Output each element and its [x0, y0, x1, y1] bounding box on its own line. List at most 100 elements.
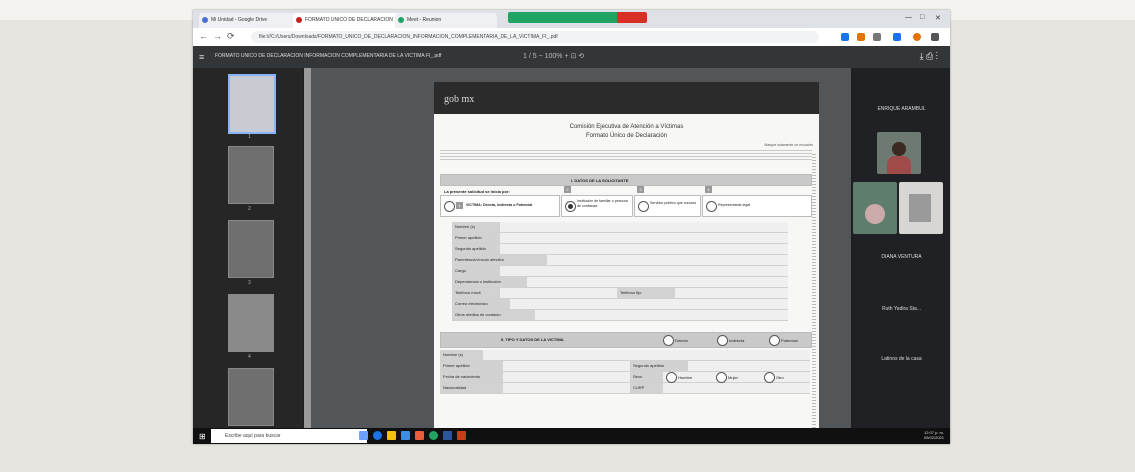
browser-tabbar: Mi Unidad - Google Drive FORMATO UNICO D…: [193, 10, 950, 28]
person-avatar: [865, 204, 885, 224]
form-row[interactable]: Segundo apellido: [452, 244, 788, 255]
reload-icon[interactable]: ⟳: [227, 31, 235, 42]
page-header: gob mx: [434, 82, 819, 114]
extension-icon[interactable]: [857, 33, 865, 41]
option-radio[interactable]: [706, 201, 717, 212]
option-number: 2: [564, 186, 571, 193]
windows-start-icon[interactable]: ⊞: [199, 432, 206, 441]
person-body: [887, 156, 911, 174]
form-row[interactable]: Dependencia o institución: [452, 277, 788, 288]
victim-type-label: Directa: [675, 338, 688, 343]
page-thumbnail[interactable]: [228, 146, 274, 204]
powerpoint-icon[interactable]: [457, 431, 466, 440]
form-row[interactable]: Nombre (s): [440, 350, 810, 361]
victim-type-radio[interactable]: [769, 335, 780, 346]
option-label: Representante legal: [718, 203, 751, 207]
gob-mx-logo: gob mx: [444, 94, 475, 105]
page-thumbnail[interactable]: [228, 368, 274, 426]
person-avatar: [892, 142, 906, 156]
sex-label: Otro: [776, 375, 784, 380]
intro-paragraph: [440, 148, 812, 160]
document-subtitle: Formato Único de Declaración: [585, 133, 668, 139]
pdf-toolbar: ≡ FORMATO UNICO DE DECLARACION INFORMACI…: [193, 46, 950, 68]
sex-radio[interactable]: [764, 372, 775, 383]
windows-taskbar: ⊞ ⌕ Escribe aquí para buscar 12:07 p. m.…: [193, 428, 950, 444]
participant-video[interactable]: [877, 132, 921, 174]
sex-radio[interactable]: [666, 372, 677, 383]
pdf-icon: [296, 17, 302, 23]
form-row[interactable]: Correo electrónico: [452, 299, 788, 310]
back-icon[interactable]: ←: [199, 31, 208, 41]
form-row[interactable]: Primer apellido: [452, 233, 788, 244]
thumbnail-sidebar: 1 2 3 4: [193, 68, 303, 428]
section-header: II. TIPO Y DATOS DE LA VICTIMA Directa I…: [440, 332, 812, 348]
browser-tab[interactable]: Meet - Reunion: [395, 13, 497, 28]
menu-icon[interactable]: ≡: [199, 52, 204, 62]
option-box: 1 VICTIMA: Directa, Indirecta o Potencia…: [440, 195, 560, 217]
participant-video[interactable]: [853, 182, 897, 234]
word-icon[interactable]: [443, 431, 452, 440]
form-row[interactable]: Primer apellido Segundo apellido: [440, 361, 810, 372]
meet-participants-panel: ENRIQUE ARAMBUL DIANA VENTURA Ruth Yadir…: [853, 68, 950, 428]
participant-video[interactable]: [899, 182, 943, 234]
victim-type-label: Indirecta: [729, 338, 745, 343]
participant-name: Ruth Yadira Sta...: [881, 306, 921, 312]
profile-avatar[interactable]: [913, 33, 921, 41]
maximize-icon[interactable]: □: [920, 14, 924, 21]
browser-tab-active[interactable]: FORMATO UNICO DE DECLARACION: [293, 13, 405, 28]
document-title: Comisión Ejecutiva de Atención a Víctima…: [569, 124, 684, 130]
sex-radio[interactable]: [716, 372, 727, 383]
form-row[interactable]: Otros medios de contacto: [452, 310, 788, 321]
download-icon[interactable]: ⤓ ⎙ ⋮: [920, 51, 938, 62]
chrome-icon[interactable]: [429, 431, 438, 440]
form-row[interactable]: Fecha de nacimiento Sexo Hombre Mujer Ot…: [440, 372, 810, 383]
participant-name: Latinos de la casa: [881, 356, 922, 362]
office-icon[interactable]: [415, 431, 424, 440]
tab-label: Meet - Reunion: [407, 17, 442, 23]
option-radio[interactable]: [638, 201, 649, 212]
store-icon[interactable]: [401, 431, 410, 440]
file-explorer-icon[interactable]: [387, 431, 396, 440]
forward-icon[interactable]: →: [213, 31, 222, 41]
field-label: Nombre (s): [452, 222, 500, 232]
page-thumbnail[interactable]: [228, 220, 274, 278]
option-radio[interactable]: [444, 201, 455, 212]
form-row[interactable]: Nombre (s): [452, 222, 788, 233]
victim-type-radio[interactable]: [663, 335, 674, 346]
minimize-icon[interactable]: —: [905, 14, 912, 21]
form-row[interactable]: Nacionalidad CURP: [440, 383, 810, 394]
victim-type-label: Potencial: [781, 338, 798, 343]
form-row[interactable]: Teléfono móvil Teléfono fijo: [452, 288, 788, 299]
close-icon[interactable]: ✕: [935, 14, 941, 22]
url-input[interactable]: file:///C:/Users/Downloads/FORMATO_UNICO…: [251, 31, 819, 43]
form-row[interactable]: Cargo: [452, 266, 788, 277]
edge-icon[interactable]: [373, 431, 382, 440]
clock-date: 05/02/2021: [923, 435, 944, 440]
page-thumbnail[interactable]: [228, 294, 274, 352]
drive-icon: [202, 17, 208, 23]
option-radio-selected[interactable]: [565, 201, 576, 212]
menu-icon[interactable]: [931, 33, 939, 41]
option-number: 4: [705, 186, 712, 193]
request-label: La presente solicitud se inicia por:: [444, 189, 510, 194]
form-row[interactable]: Parentesco/vínculo afectivo: [452, 255, 788, 266]
extension-icon[interactable]: [841, 33, 849, 41]
page-thumbnail[interactable]: [228, 74, 276, 134]
extension-icon[interactable]: [893, 33, 901, 41]
wall-object: [909, 194, 931, 222]
field-label: Segundo apellido: [630, 361, 688, 371]
option-box: Representante legal: [702, 195, 812, 217]
victim-type-radio[interactable]: [717, 335, 728, 346]
section-header: I. DATOS DE LA SOLICITANTE: [440, 174, 812, 186]
taskbar-search-input[interactable]: Escribe aquí para buscar: [211, 429, 367, 443]
browser-tab[interactable]: Mi Unidad - Google Drive: [199, 13, 303, 28]
stop-sharing-button[interactable]: [617, 12, 647, 23]
system-tray[interactable]: 12:07 p. m. 05/02/2021: [924, 430, 944, 440]
option-label: VICTIMA: Directa, Indirecta o Potencial: [466, 203, 533, 207]
task-view-icon[interactable]: [359, 431, 368, 440]
sidebar-scrollbar[interactable]: [304, 68, 311, 428]
extension-icon[interactable]: [873, 33, 881, 41]
sex-label: Hombre: [678, 375, 693, 380]
address-bar: ← → ⟳ file:///C:/Users/Downloads/FORMATO…: [193, 28, 950, 47]
page-info: 1 / 5: [523, 53, 537, 60]
